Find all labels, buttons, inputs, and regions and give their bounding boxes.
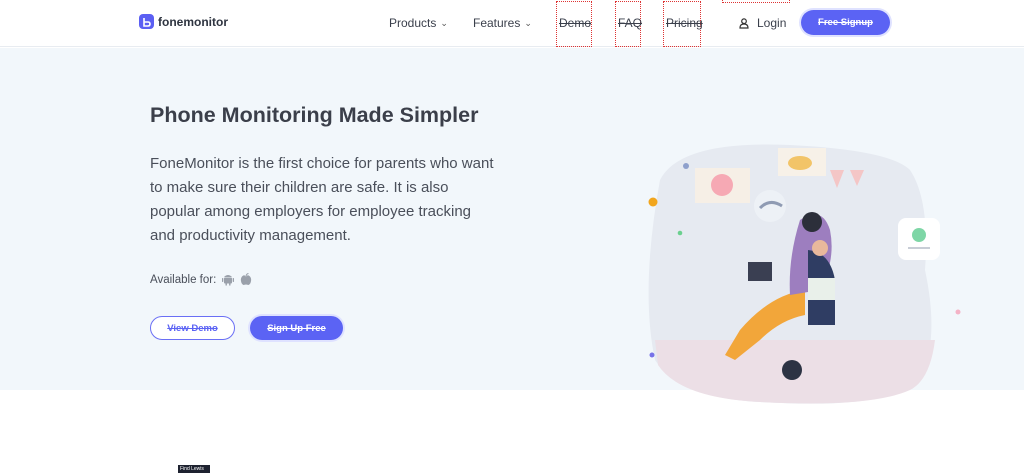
logo-mark-icon <box>139 14 154 29</box>
nav-products[interactable]: Products ⌄ <box>389 16 448 30</box>
view-demo-button[interactable]: View Demo <box>150 316 235 340</box>
login-label: Login <box>757 16 787 30</box>
nav-faq[interactable]: FAQ <box>618 16 642 30</box>
tablet <box>748 262 772 281</box>
nav-features-label: Features <box>473 16 521 30</box>
nav-pricing[interactable]: Pricing <box>666 16 703 30</box>
nav-products-label: Products <box>389 16 437 30</box>
duck-icon <box>788 156 812 170</box>
android-icon <box>222 275 235 286</box>
chevron-down-icon: ⌄ <box>524 17 532 28</box>
nav-demo[interactable]: Demo <box>559 16 591 30</box>
hero-description: FoneMonitor is the first choice for pare… <box>150 155 494 244</box>
user-icon <box>739 17 749 29</box>
login-link[interactable]: Login <box>739 16 786 30</box>
sign-up-free-button[interactable]: Sign Up Free <box>250 316 343 340</box>
logo-text: fonemonitor <box>158 14 228 29</box>
nav-pricing-label: Pricing <box>666 16 703 30</box>
logo[interactable]: fonemonitor <box>139 14 228 29</box>
free-signup-button[interactable]: Free Signup <box>801 10 890 35</box>
available-for-label: Available for: <box>150 273 217 286</box>
bottom-tag: Find Lewis <box>178 465 210 473</box>
debug-outline-top <box>722 0 790 3</box>
nav-demo-label: Demo <box>559 16 592 30</box>
page-title: Phone Monitoring Made Simpler <box>150 103 479 127</box>
nav-features[interactable]: Features ⌄ <box>473 16 532 30</box>
chevron-down-icon: ⌄ <box>440 17 448 28</box>
top-navbar: fonemonitor Products ⌄ Features ⌄ Demo F… <box>0 0 1024 47</box>
pig-icon <box>711 174 733 196</box>
nav-faq-label: FAQ <box>618 16 643 30</box>
hero-illustration <box>648 144 961 404</box>
available-for: Available for: <box>150 273 252 286</box>
apple-icon <box>241 273 252 285</box>
